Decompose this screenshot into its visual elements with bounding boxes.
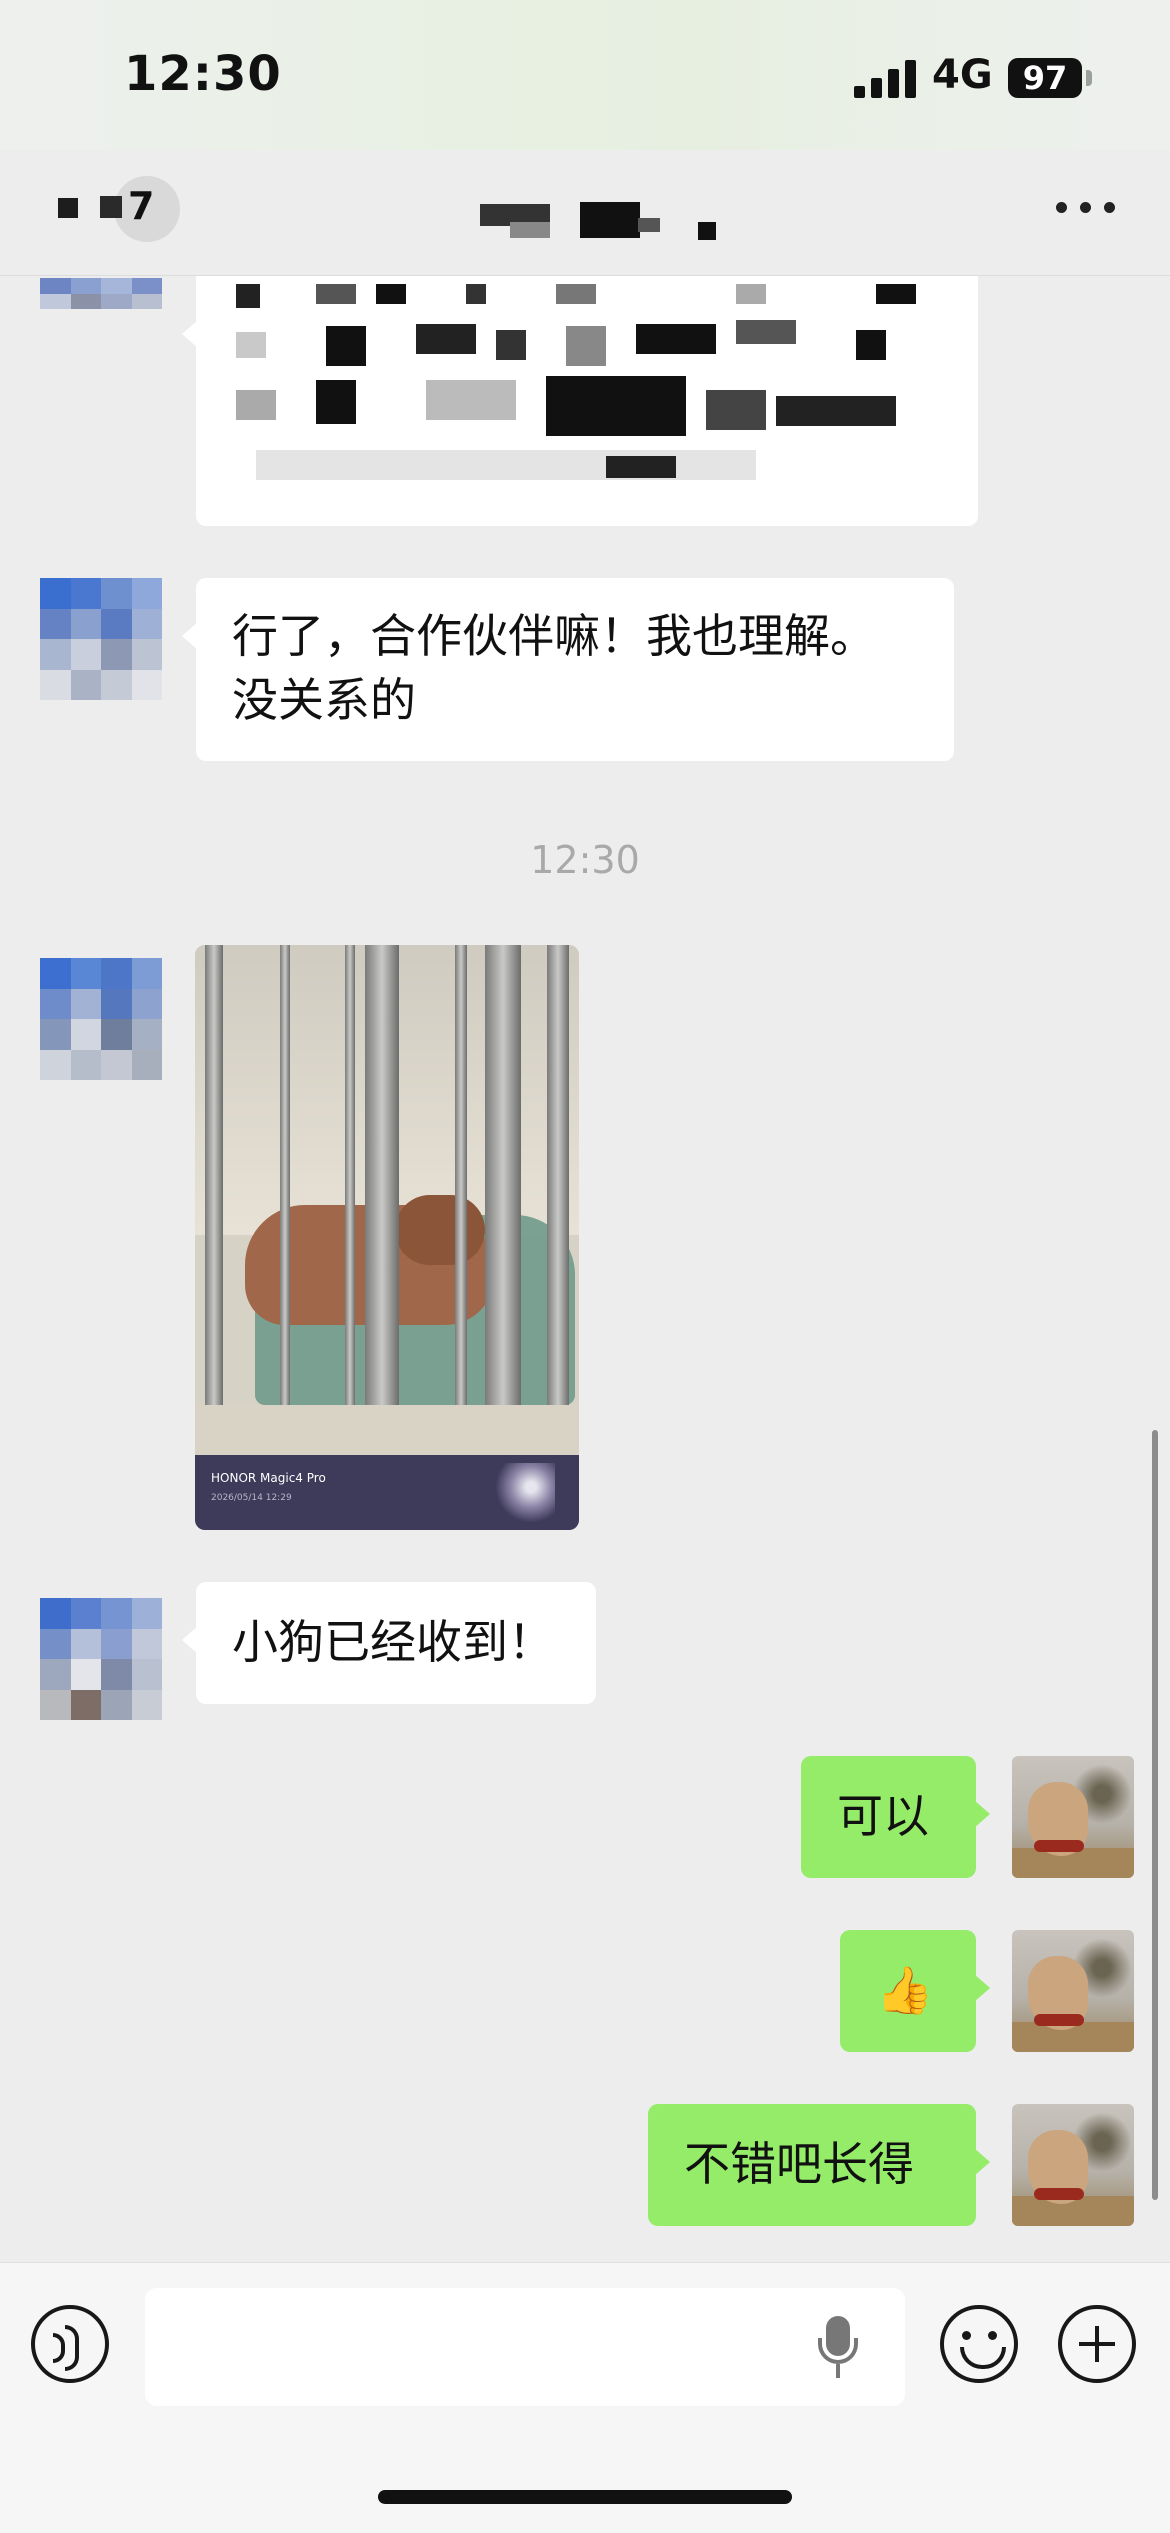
message-bubble-received[interactable]: 小狗已经收到！: [182, 1582, 596, 1704]
back-redaction: [100, 196, 122, 218]
signal-icon: [854, 60, 916, 98]
battery-tip: [1086, 70, 1092, 86]
user-avatar[interactable]: [1012, 1930, 1134, 2052]
photo-cage-bar: [365, 945, 399, 1405]
home-indicator[interactable]: [378, 2490, 792, 2504]
photo-datetime: 2026/05/14 12:29: [211, 1493, 292, 1503]
contact-avatar[interactable]: [40, 958, 162, 1080]
contact-avatar[interactable]: [40, 278, 162, 340]
user-avatar[interactable]: [1012, 1756, 1134, 1878]
emoji-icon[interactable]: [940, 2305, 1018, 2383]
clock: 12:30: [124, 46, 282, 102]
message-input[interactable]: [145, 2288, 905, 2406]
message-bubble-received[interactable]: 行了，合作伙伴嘛！我也理解。 没关系的: [182, 578, 954, 761]
contact-avatar[interactable]: [40, 1598, 162, 1720]
photo-cage-bar: [345, 945, 355, 1405]
photo-watermark: HONOR Magic4 Pro 2026/05/14 12:29: [195, 1455, 579, 1530]
message-bubble-redacted: [182, 276, 978, 526]
photo-cage-bar: [547, 945, 569, 1405]
photo-cage-bar: [455, 945, 467, 1405]
photo-dog-head: [395, 1195, 485, 1265]
scrollbar[interactable]: [1152, 1430, 1158, 2200]
microphone-icon[interactable]: [818, 2316, 858, 2380]
message-bubble-sent[interactable]: 可以: [801, 1756, 990, 1878]
more-options-icon[interactable]: [1056, 198, 1116, 218]
voice-icon[interactable]: [31, 2305, 109, 2383]
camera-brand: HONOR Magic4 Pro: [211, 1471, 326, 1485]
battery-icon: 97: [1008, 58, 1082, 98]
photo-cage-bar: [280, 945, 290, 1405]
brand-logo-icon: [495, 1463, 555, 1523]
network-type: 4G: [932, 52, 993, 98]
user-avatar[interactable]: [1012, 2104, 1134, 2226]
contact-avatar[interactable]: [40, 578, 162, 700]
photo-cage-bar: [485, 945, 521, 1405]
add-icon[interactable]: [1058, 2305, 1136, 2383]
photo-message[interactable]: HONOR Magic4 Pro 2026/05/14 12:29: [195, 945, 579, 1530]
back-button[interactable]: 7: [58, 176, 186, 250]
chat-title-redacted: [470, 196, 730, 242]
message-bubble-sent[interactable]: 不错吧长得: [648, 2104, 990, 2226]
back-count: 7: [128, 184, 155, 228]
message-timestamp: 12:30: [530, 838, 640, 882]
photo-cage-bar: [205, 945, 223, 1405]
message-bubble-sent[interactable]: 👍: [840, 1930, 990, 2052]
back-redaction: [58, 198, 78, 218]
